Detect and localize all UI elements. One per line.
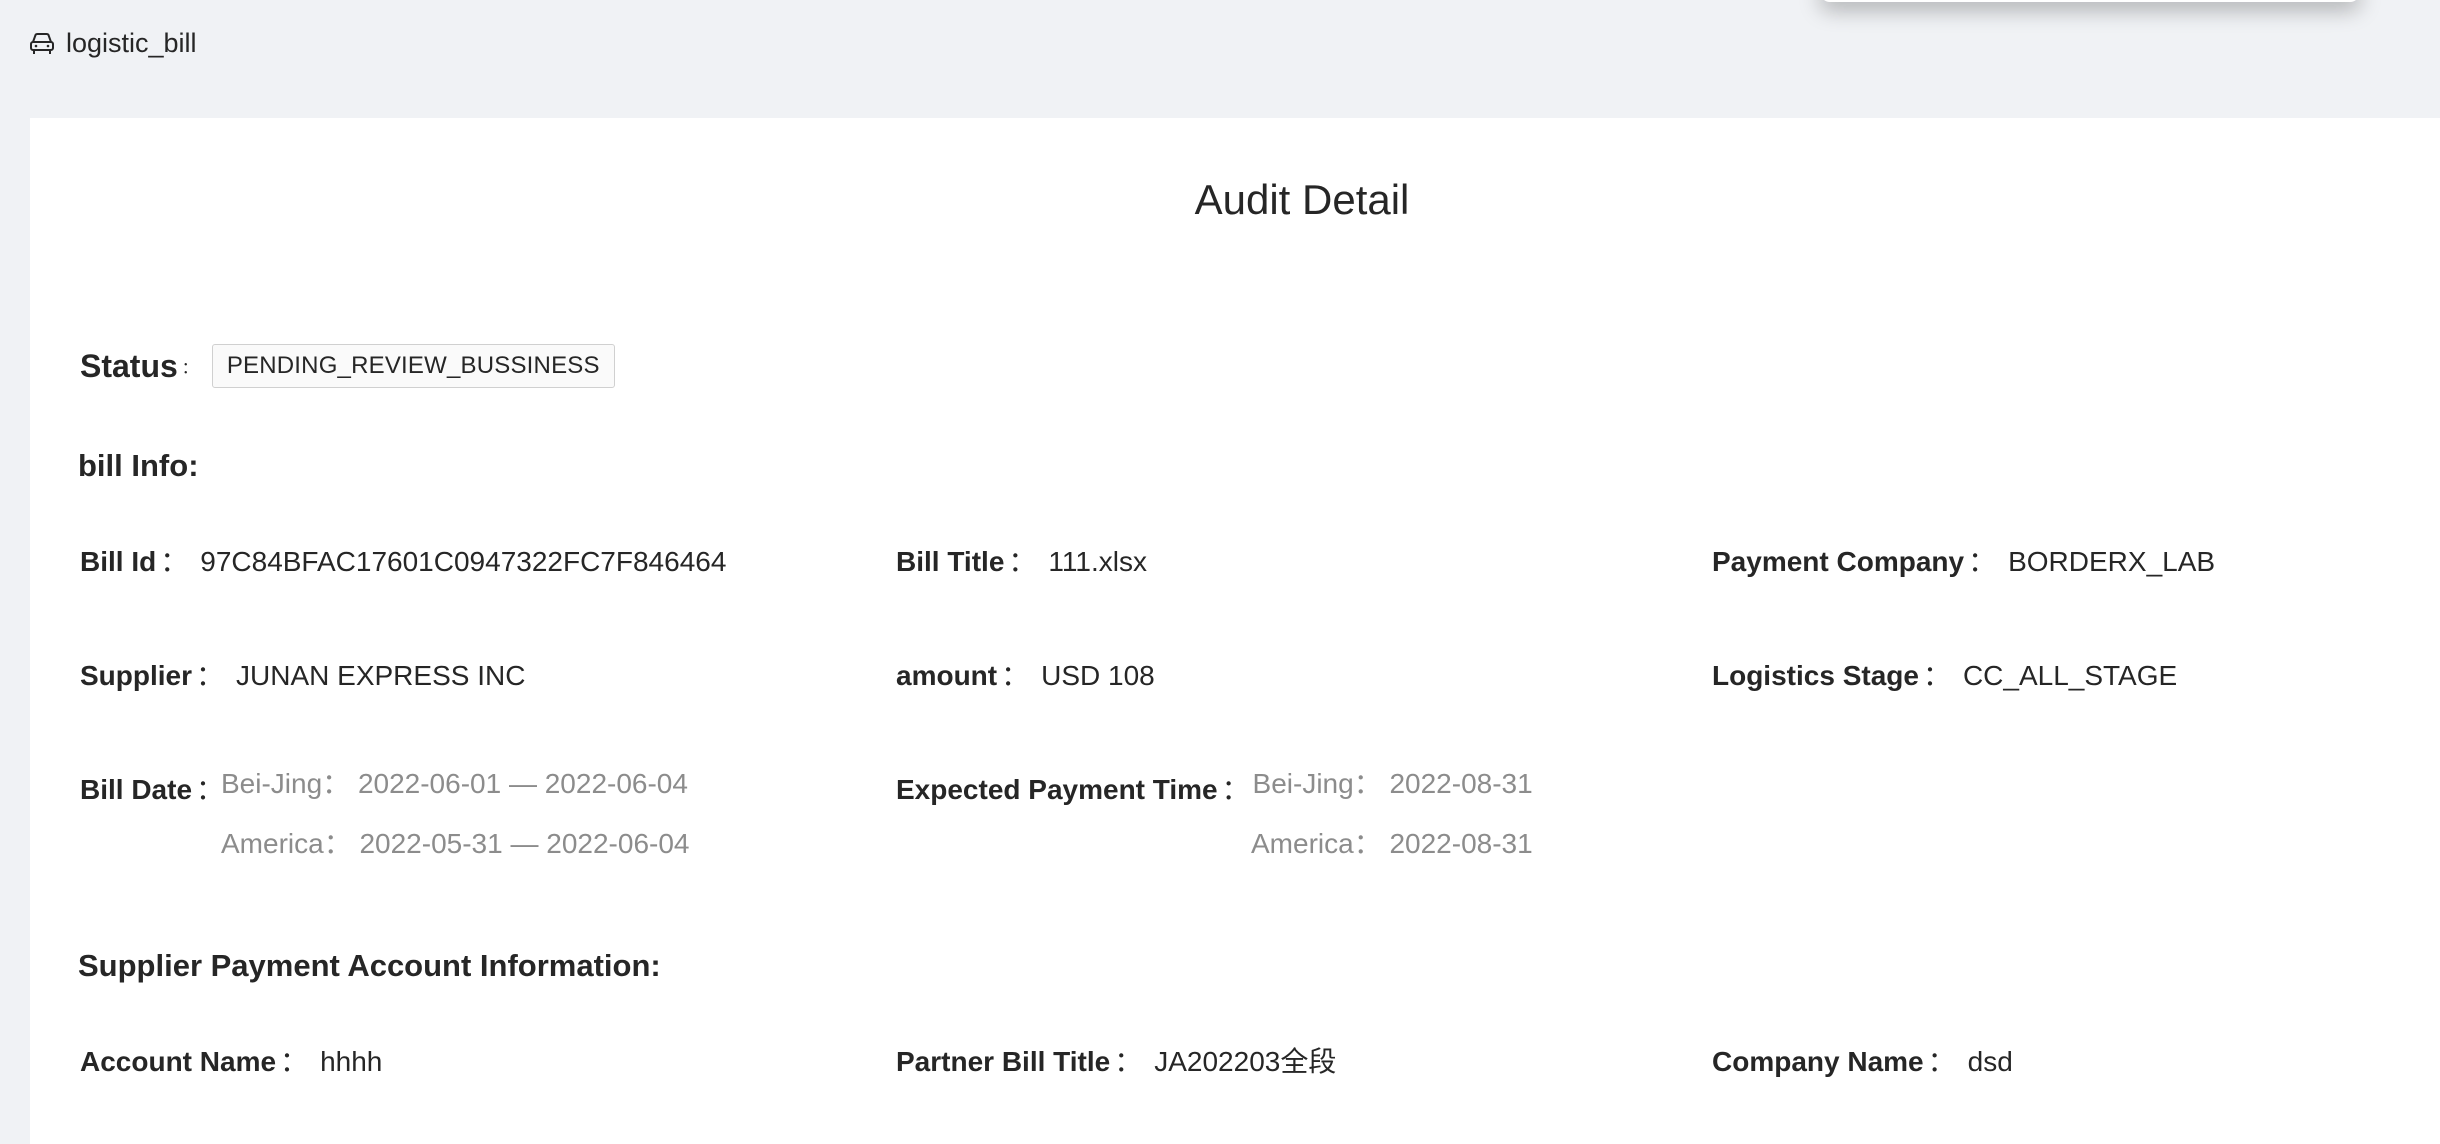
amount-label: amount xyxy=(896,660,998,691)
expected-payment-time-values: Bei-Jing： 2022-08-31 America： 2022-08-31 xyxy=(1251,754,1533,874)
amount-value: USD 108 xyxy=(1041,660,1155,691)
bill-title-value: 111.xlsx xyxy=(1048,546,1147,577)
bill-title-label: Bill Title xyxy=(896,546,1005,577)
logistics-stage-value: CC_ALL_STAGE xyxy=(1962,660,2178,691)
account-name-label: Account Name xyxy=(80,1046,277,1077)
partner-bill-title-value: JA202203全段 xyxy=(1154,1046,1337,1077)
status-badge: PENDING_REVIEW_BUSSINESS xyxy=(211,344,615,388)
company-name-field: Company Name ： dsd xyxy=(1712,1046,2013,1077)
supplier-value: JUNAN EXPRESS INC xyxy=(236,660,526,691)
bill-date-beijing: Bei-Jing： 2022-06-01 — 2022-06-04 xyxy=(221,768,688,799)
bill-date-america: America： 2022-05-31 — 2022-06-04 xyxy=(221,828,690,859)
company-name-value: dsd xyxy=(1967,1046,2013,1077)
supplier-label: Supplier xyxy=(80,660,193,691)
amount-field: amount ： USD 108 xyxy=(896,660,1155,691)
company-name-label: Company Name xyxy=(1712,1046,1924,1077)
bill-date-field: Bill Date ： xyxy=(80,774,225,805)
top-bar: logistic_bill xyxy=(0,0,2440,92)
bill-id-field: Bill Id ： 97C84BFAC17601C0947322FC7F8464… xyxy=(80,546,727,577)
bill-title-field: Bill Title ： 111.xlsx xyxy=(896,546,1147,577)
payment-company-label: Payment Company xyxy=(1712,546,1965,577)
audit-detail-card: Audit Detail Status ： PENDING_REVIEW_BUS… xyxy=(30,118,2440,1144)
bill-date-values: Bei-Jing： 2022-06-01 — 2022-06-04 Americ… xyxy=(221,754,689,874)
expected-payment-time-label: Expected Payment Time xyxy=(896,774,1218,805)
partner-bill-title-label: Partner Bill Title xyxy=(896,1046,1111,1077)
bill-id-value: 97C84BFAC17601C0947322FC7F846464 xyxy=(200,546,727,577)
bill-date-label: Bill Date xyxy=(80,774,193,805)
page-title: Audit Detail xyxy=(1194,176,1410,223)
bill-info-heading: bill Info: xyxy=(78,448,199,483)
expected-payment-beijing: Bei-Jing： 2022-08-31 xyxy=(1252,768,1533,799)
account-name-value: hhhh xyxy=(320,1046,383,1077)
payment-company-field: Payment Company ： BORDERX_LAB xyxy=(1712,546,2216,577)
logistics-stage-label: Logistics Stage xyxy=(1712,660,1919,691)
car-icon xyxy=(28,31,56,57)
dropdown-popup xyxy=(1820,0,2360,2)
supplier-account-heading: Supplier Payment Account Information: xyxy=(78,948,661,983)
status-colon: ： xyxy=(181,360,198,377)
status-label: Status xyxy=(80,347,178,384)
logistics-stage-field: Logistics Stage ： CC_ALL_STAGE xyxy=(1712,660,2178,691)
expected-payment-time-field: Expected Payment Time ： xyxy=(896,774,1250,805)
supplier-field: Supplier ： JUNAN EXPRESS INC xyxy=(80,660,526,691)
account-name-field: Account Name ： hhhh xyxy=(80,1046,383,1077)
status-row: Status ： PENDING_REVIEW_BUSSINESS xyxy=(80,344,615,388)
breadcrumb-label[interactable]: logistic_bill xyxy=(66,28,197,59)
breadcrumb[interactable]: logistic_bill xyxy=(28,28,197,59)
expected-payment-america: America： 2022-08-31 xyxy=(1251,828,1533,859)
partner-bill-title-field: Partner Bill Title ： JA202203全段 xyxy=(896,1040,1336,1080)
bill-id-label: Bill Id xyxy=(80,546,157,577)
payment-company-value: BORDERX_LAB xyxy=(2008,546,2216,577)
